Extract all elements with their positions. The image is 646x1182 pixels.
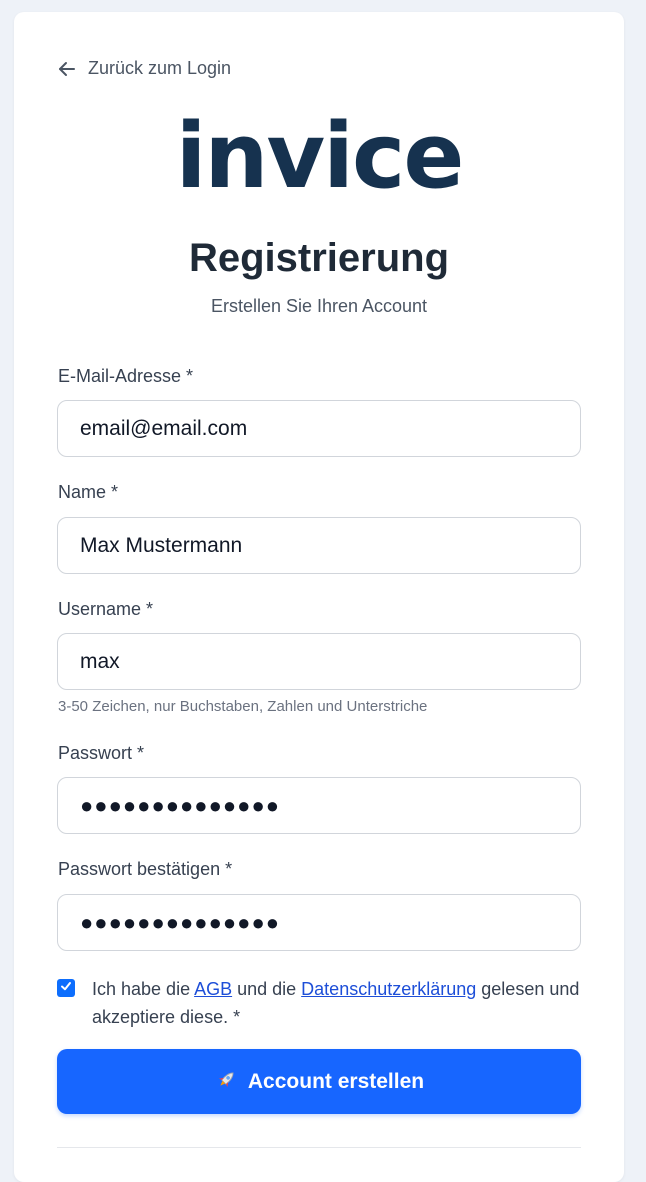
password-confirm-field[interactable]: ●●●●●●●●●●●●●●	[57, 894, 581, 951]
rocket-icon	[214, 1068, 238, 1096]
username-label: Username *	[58, 599, 154, 619]
email-field[interactable]: email@email.com	[57, 400, 581, 457]
password-field[interactable]: ●●●●●●●●●●●●●●	[57, 777, 581, 834]
checkmark-icon	[60, 979, 72, 997]
username-hint: 3-50 Zeichen, nur Buchstaben, Zahlen und…	[58, 698, 428, 715]
password-confirm-value: ●●●●●●●●●●●●●●	[80, 909, 281, 935]
email-label: E-Mail-Adresse *	[58, 366, 194, 386]
brand-logo: invice	[175, 104, 465, 209]
agb-link[interactable]: AGB	[194, 979, 232, 999]
terms-text-part: und die	[232, 979, 302, 999]
page-subtitle: Erstellen Sie Ihren Account	[210, 296, 428, 316]
back-link-label: Zurück zum Login	[88, 58, 232, 78]
privacy-policy-link[interactable]: Datenschutzerklärung	[301, 979, 476, 999]
registration-card: Zurück zum Login invice Registrierung Er…	[14, 12, 624, 1182]
password-confirm-label: Passwort bestätigen *	[58, 859, 233, 879]
username-value: max	[80, 649, 120, 673]
page-title: Registrierung	[188, 236, 450, 280]
password-label: Passwort *	[58, 743, 145, 763]
username-field[interactable]: max	[57, 633, 581, 690]
name-label: Name *	[58, 482, 119, 502]
create-account-label: Account erstellen	[247, 1069, 425, 1093]
terms-text-part: Ich habe die	[92, 979, 195, 999]
password-value: ●●●●●●●●●●●●●●	[80, 792, 281, 818]
terms-text: Ich habe die AGB und die Datenschutzerkl…	[92, 975, 581, 1031]
terms-row: Ich habe die AGB und die Datenschutzerkl…	[57, 975, 581, 1031]
name-field[interactable]: Max Mustermann	[57, 517, 581, 574]
arrow-left-icon	[58, 60, 76, 78]
divider	[57, 1147, 581, 1148]
email-value: email@email.com	[80, 416, 248, 440]
terms-checkbox[interactable]	[57, 979, 75, 997]
create-account-button[interactable]: Account erstellen	[57, 1049, 581, 1114]
back-to-login-link[interactable]: Zurück zum Login	[58, 58, 231, 79]
name-value: Max Mustermann	[80, 533, 243, 557]
